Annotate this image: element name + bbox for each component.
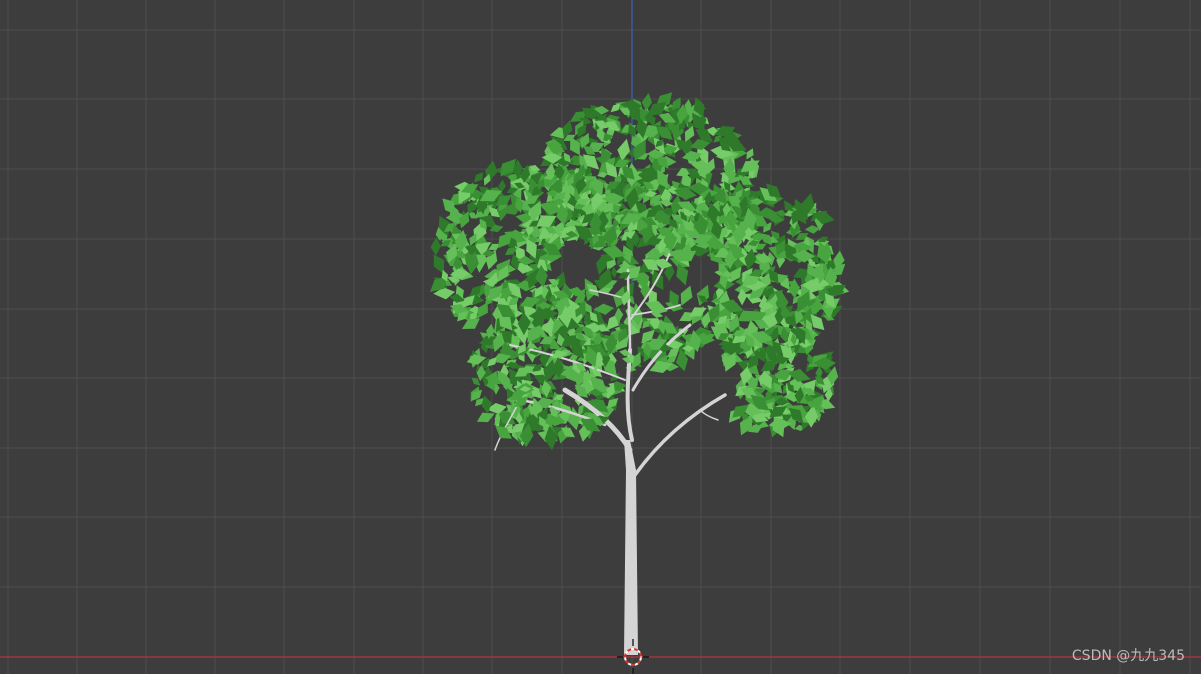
leaf [597,171,609,178]
viewport-scene[interactable] [0,0,1201,674]
tree-trunk [624,440,638,655]
leaf [488,243,500,251]
tree-branch [633,393,727,477]
leaf [505,247,518,256]
leaf [467,199,477,215]
watermark-text: CSDN @九九345 [1071,648,1185,664]
leaf [746,148,754,160]
tree-branch [699,409,719,421]
tree-object[interactable] [429,92,850,655]
leaf [476,302,488,319]
leaf [473,172,484,183]
3d-viewport[interactable]: CSDN @九九345 [0,0,1201,674]
leaf [680,285,693,306]
leaf [696,284,710,306]
leaf [610,103,620,113]
leaf [611,266,618,279]
tree-branch [626,268,632,352]
leaf [641,92,652,112]
leaf [461,318,480,329]
leaf [471,377,481,386]
